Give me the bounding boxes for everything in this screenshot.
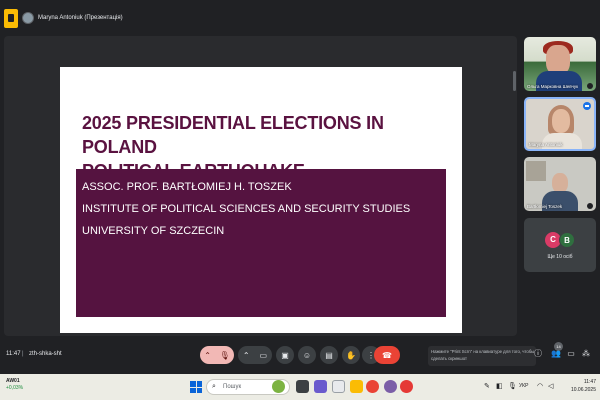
present-button[interactable]: ▤ (320, 346, 338, 364)
slide-university: UNIVERSITY OF SZCZECIN (82, 225, 225, 237)
system-clock[interactable]: 11:47 10.06.2025 (566, 378, 596, 394)
more-participants-tile[interactable]: C B Ще 10 осіб (524, 218, 596, 272)
microphone-tray-icon[interactable]: 🎙 (508, 382, 517, 390)
hangup-icon: ☎ (382, 350, 392, 360)
chevron-up-icon: ⌃ (242, 350, 250, 360)
camera-button[interactable]: ⌃ ▭ (238, 346, 272, 364)
slide-author-box: ASSOC. PROF. BARTŁOMIEJ H. TOSZEK INSTIT… (76, 169, 446, 317)
copilot-icon[interactable] (272, 380, 285, 393)
chrome-icon[interactable] (366, 380, 379, 393)
folder-icon[interactable] (350, 380, 363, 393)
presentation-slide: 2025 PRESIDENTIAL ELECTIONS IN POLAND PO… (60, 67, 462, 333)
speaking-indicator-icon (583, 102, 591, 110)
info-icon[interactable]: ⓘ (533, 349, 543, 359)
participant-name: Maryna Antoniuk (529, 142, 563, 147)
people-icon[interactable]: 👥 (551, 349, 561, 359)
participant-face (552, 109, 570, 133)
meeting-time: 11:47 (6, 351, 21, 357)
meeting-code: zth-shka-sht (29, 351, 62, 357)
viber-icon[interactable] (384, 380, 397, 393)
captions-button[interactable]: ▣ (276, 346, 294, 364)
task-view-icon[interactable] (296, 380, 309, 393)
raise-hand-button[interactable]: ✋ (342, 346, 360, 364)
participant-tile-1[interactable]: Ольга Марковна Шевчук (524, 37, 596, 91)
volume-icon[interactable]: ◁ (548, 382, 553, 390)
present-icon: ▤ (325, 350, 333, 360)
microphone-button[interactable]: ⌃ 🎙 (200, 346, 234, 364)
market-index-name: AW01 (6, 378, 20, 384)
print-screen-hint: Нажмите "Print Scrn" на клавиатуре для т… (428, 346, 536, 366)
meet-app-icon[interactable] (4, 9, 18, 28)
participant-face (552, 173, 568, 193)
search-label: Пошук (223, 384, 242, 390)
wifi-icon[interactable]: ◠ (537, 382, 543, 390)
chat-icon[interactable]: ▭ (566, 349, 576, 359)
mic-off-icon: 🎙 (219, 350, 230, 360)
chevron-up-icon: ⌃ (204, 350, 211, 360)
slide-institute: INSTITUTE OF POLITICAL SCIENCES AND SECU… (82, 203, 411, 215)
background-shelf (526, 161, 546, 181)
mic-muted-icon (587, 83, 593, 89)
participant-tile-2[interactable]: Maryna Antoniuk (524, 97, 596, 151)
meet-tray-icon[interactable]: ◧ (496, 382, 503, 390)
avatar: B (559, 232, 575, 248)
market-widget[interactable]: AW01 +0,03% (6, 378, 23, 392)
participant-tile-3[interactable]: Bartłomiej Toszek (524, 157, 596, 211)
clock-date: 10.06.2025 (570, 387, 596, 393)
presenter-avatar (22, 12, 34, 24)
opera-icon[interactable] (400, 380, 413, 393)
captions-icon: ▣ (281, 350, 289, 360)
leave-call-button[interactable]: ☎ (374, 346, 400, 364)
language-indicator[interactable]: УКР (519, 383, 528, 389)
separator: | (22, 351, 24, 357)
search-icon: ⌕ (212, 383, 216, 390)
os-taskbar: AW01 +0,03% ⌕ Пошук ✎ ◧ 🎙 УКР ◠ ◁ 11:47 … (0, 374, 600, 400)
participant-name: Bartłomiej Toszek (527, 204, 563, 209)
meeting-control-bar: 11:47 | zth-shka-sht ⌃ 🎙 ⌃ ▭ ▣ ☺ ▤ ✋ ⋮ ☎… (0, 340, 600, 370)
hand-icon: ✋ (346, 350, 356, 360)
reactions-button[interactable]: ☺ (298, 346, 316, 364)
slide-author: ASSOC. PROF. BARTŁOMIEJ H. TOSZEK (82, 181, 292, 193)
more-participants-label: Ще 10 осіб (547, 254, 573, 260)
top-bar: Maryna Antoniuk (Презентація) (0, 0, 600, 36)
activities-icon[interactable]: ⁂ (581, 349, 591, 359)
file-explorer-icon[interactable] (332, 380, 345, 393)
market-index-change: +0,03% (6, 385, 24, 391)
hint-line-1: Нажмите "Print Scrn" на клавиатуре для т… (431, 349, 535, 354)
teams-icon[interactable] (314, 380, 327, 393)
slide-title-line-1: 2025 PRESIDENTIAL ELECTIONS IN POLAND (82, 113, 384, 157)
hint-line-2: сделать скриншот (431, 356, 468, 361)
mic-muted-icon (587, 203, 593, 209)
clock-time: 11:47 (583, 379, 596, 385)
emoji-icon: ☺ (302, 350, 312, 360)
presenter-label: Maryna Antoniuk (Презентація) (38, 15, 123, 21)
pen-icon[interactable]: ✎ (484, 382, 490, 390)
participant-name: Ольга Марковна Шевчук (527, 84, 579, 89)
camera-icon: ▭ (259, 350, 268, 360)
windows-start-icon[interactable] (190, 381, 202, 393)
stage-scrollbar[interactable] (513, 71, 516, 91)
presenter-chip[interactable]: Maryna Antoniuk (Презентація) (22, 11, 272, 25)
